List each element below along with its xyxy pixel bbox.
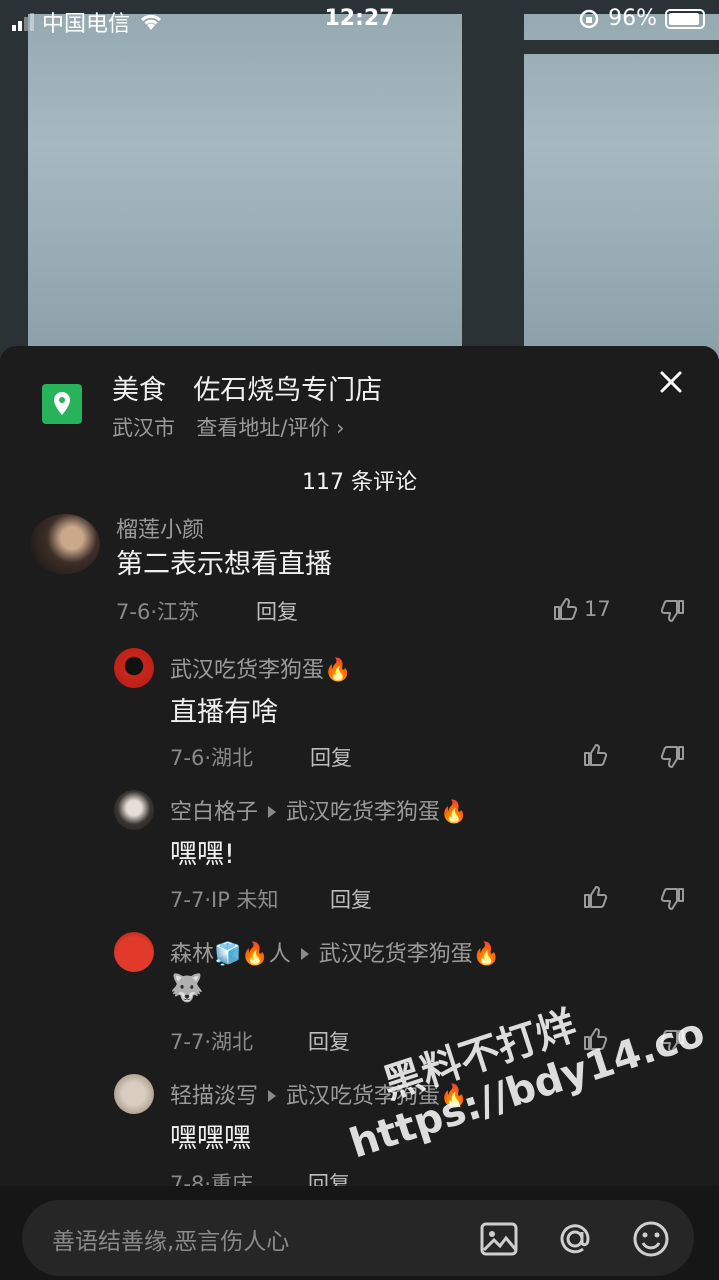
comment-author[interactable]: 武汉吃货李狗蛋🔥 [170,652,351,684]
comment-date: 7-7 [170,1030,205,1054]
comment-region: 江苏 [157,600,199,624]
comment-input-placeholder: 善语结善缘,恶言伤人心 [52,1229,290,1255]
comment-text: 直播有啥 [170,697,278,728]
comment-author[interactable]: 森林🧊🔥人 武汉吃货李狗蛋🔥 [170,936,500,968]
comment-region: 湖北 [211,746,253,770]
comment-text: 嘿嘿! [170,839,235,870]
location-subtitle[interactable]: 武汉市 查看地址/评价 › [112,412,345,442]
comment-text: 第二表示想看直播 [116,549,332,580]
author-name: 空白格子 [170,800,259,825]
reply-button[interactable]: 回复 [310,742,352,772]
thumbs-down-icon[interactable] [660,1028,686,1054]
comment-text: 🐺 [170,973,204,1004]
location-name: 佐石烧鸟专门店 [193,375,383,406]
author-name: 森林🧊🔥人 [170,942,291,967]
comment-region: 湖北 [211,1030,253,1054]
location-title[interactable]: 美食 佐石烧鸟专门店 [112,368,382,407]
comment-meta: 7-6·江苏 [116,600,199,624]
mention-icon[interactable] [554,1218,596,1260]
battery-percent: 96% [608,6,657,31]
location-pin-icon[interactable] [42,384,82,424]
background-video [0,0,719,360]
comment-input[interactable]: 善语结善缘,恶言伤人心 [22,1200,694,1276]
thumbs-up-icon [554,598,578,620]
avatar[interactable] [114,790,154,830]
thumbs-down-icon[interactable] [660,744,686,770]
view-address-link[interactable]: 查看地址/评价 › [196,416,344,440]
comment-sheet: 美食 佐石烧鸟专门店 武汉市 查看地址/评价 › 117 条评论 榴莲小颜 第二… [0,346,719,1280]
avatar[interactable] [30,514,100,574]
reply-target: 武汉吃货李狗蛋🔥 [286,800,468,825]
reply-arrow-icon [268,806,277,818]
like-button[interactable]: 17 [552,596,611,622]
location-city: 武汉市 [112,416,175,440]
comment-count: 117 条评论 [302,470,417,495]
rotation-lock-icon [579,9,599,28]
comment-date: 7-6 [170,746,205,770]
comment-meta: 7-7·IP 未知 [170,888,279,912]
battery-icon [665,8,705,29]
thumbs-up-icon[interactable] [582,884,608,910]
status-bar: 中国电信 12:27 96% [0,0,719,40]
close-icon[interactable] [659,370,683,394]
avatar[interactable] [114,1074,154,1114]
thumbs-down-icon[interactable] [660,886,686,912]
reply-button[interactable]: 回复 [308,1026,350,1056]
avatar[interactable] [114,932,154,972]
avatar[interactable] [114,648,154,688]
reply-button[interactable]: 回复 [330,884,372,914]
thumbs-down-icon[interactable] [660,598,686,624]
thumbs-up-icon[interactable] [582,742,608,768]
thumbs-up-icon[interactable] [582,1026,608,1052]
emoji-icon[interactable] [630,1218,672,1260]
comment-text: 嘿嘿嘿 [170,1123,251,1154]
comment-meta: 7-6·湖北 [170,746,253,770]
comment-meta: 7-7·湖北 [170,1030,253,1054]
author-name: 轻描淡写 [170,1084,259,1109]
comment-author[interactable]: 空白格子 武汉吃货李狗蛋🔥 [170,794,467,826]
comment-date: 7-6 [116,600,151,624]
reply-arrow-icon [268,1090,277,1102]
location-category: 美食 [112,375,166,406]
reply-target: 武汉吃货李狗蛋🔥 [286,1084,468,1109]
reply-button[interactable]: 回复 [256,596,298,626]
reply-arrow-icon [300,948,309,960]
image-icon[interactable] [478,1218,520,1260]
comment-region: IP 未知 [211,888,279,912]
comment-author[interactable]: 轻描淡写 武汉吃货李狗蛋🔥 [170,1078,467,1110]
comment-author[interactable]: 榴莲小颜 [116,512,204,544]
reply-target: 武汉吃货李狗蛋🔥 [318,942,501,967]
like-count: 17 [584,597,611,621]
comment-input-bar: 善语结善缘,恶言伤人心 [0,1186,719,1280]
comment-date: 7-7 [170,888,205,912]
